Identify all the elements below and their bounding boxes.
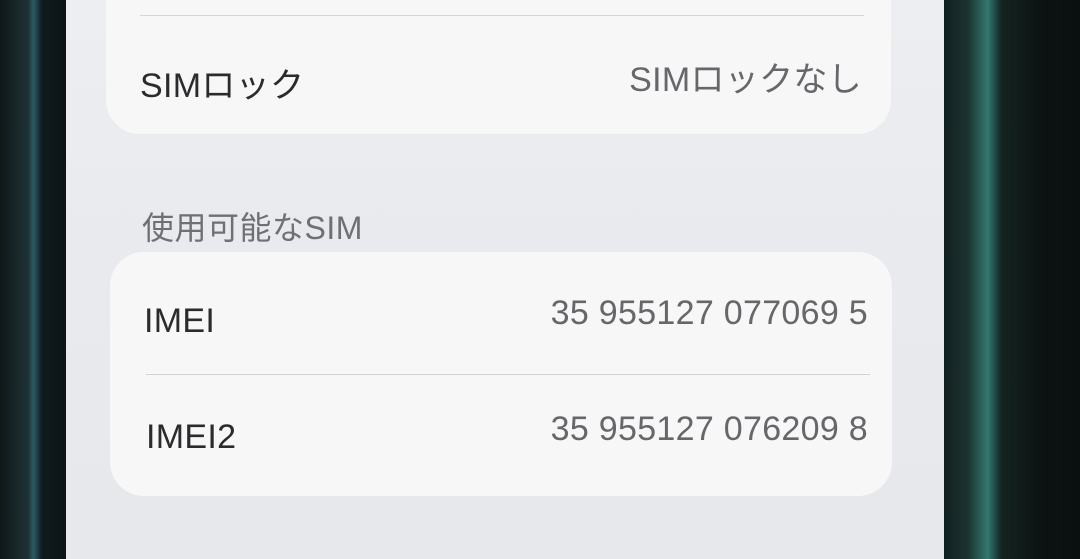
- row-divider: [146, 374, 870, 375]
- sim-lock-value: SIMロックなし: [629, 61, 862, 99]
- phone-bezel-left: [0, 0, 70, 559]
- imei2-label: IMEI2: [146, 418, 237, 456]
- imei-value: 35 955127 077069 5: [550, 294, 868, 332]
- imei-label: IMEI: [144, 302, 216, 340]
- phone-bezel-right: [940, 0, 1080, 559]
- row-divider: [140, 15, 864, 16]
- sim-lock-label: SIMロック: [140, 67, 305, 105]
- phone-screen: SIMロック SIMロックなし 使用可能なSIM IMEI 35 955127 …: [66, 0, 944, 559]
- section-header-available-sim: 使用可能なSIM: [142, 210, 363, 246]
- photo-scene: SIMロック SIMロックなし 使用可能なSIM IMEI 35 955127 …: [0, 0, 1080, 559]
- imei2-value: 35 955127 076209 8: [550, 410, 868, 448]
